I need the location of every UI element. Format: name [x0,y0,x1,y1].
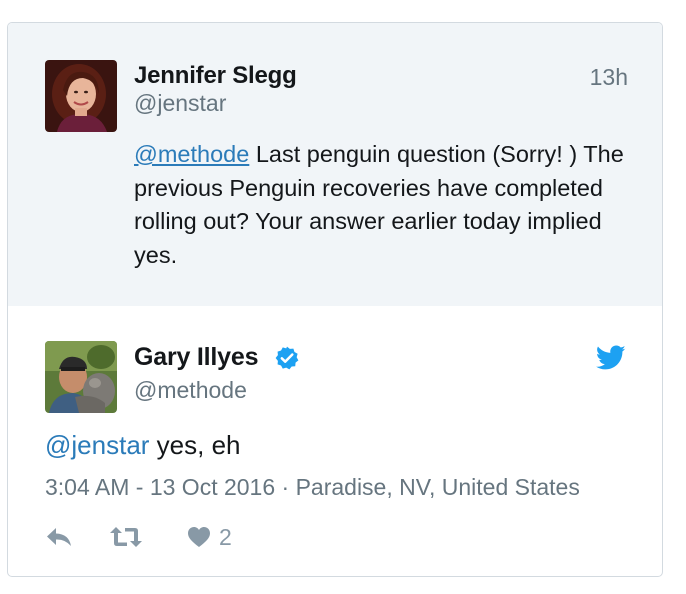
tweet-metadata[interactable]: 3:04 AM - 13 Oct 2016 · Paradise, NV, Un… [45,474,580,501]
twitter-bird-icon[interactable] [596,345,626,371]
reply-body-text: yes, eh [149,430,241,460]
reply-mention-link[interactable]: @jenstar [45,430,149,460]
like-count: 2 [219,523,232,550]
reply-icon [47,528,71,546]
parent-tweet[interactable]: Jennifer Slegg @jenstar 13h @methode Las… [8,23,662,306]
heart-icon [188,527,210,547]
parent-author-name[interactable]: Jennifer Slegg [134,62,297,90]
reply-tweet-text: @jenstar yes, eh [45,428,241,462]
parent-timestamp[interactable]: 13h [590,64,628,91]
retweet-button[interactable] [109,521,143,553]
verified-badge-icon [275,346,299,370]
parent-mention-link[interactable]: @methode [134,141,249,167]
parent-tweet-text: @methode Last penguin question (Sorry! )… [134,138,642,272]
reply-author-name[interactable]: Gary Illyes [134,343,258,372]
like-button[interactable]: 2 [187,521,232,553]
avatar-gary-illyes[interactable] [45,341,117,413]
tweet-card: Jennifer Slegg @jenstar 13h @methode Las… [7,22,663,577]
reply-button[interactable] [45,521,73,553]
retweet-icon [110,527,142,547]
tweet-actions: 2 [45,521,345,553]
parent-author-handle[interactable]: @jenstar [134,90,226,117]
reply-author-handle[interactable]: @methode [134,377,247,404]
avatar-jennifer-slegg[interactable] [45,60,117,132]
